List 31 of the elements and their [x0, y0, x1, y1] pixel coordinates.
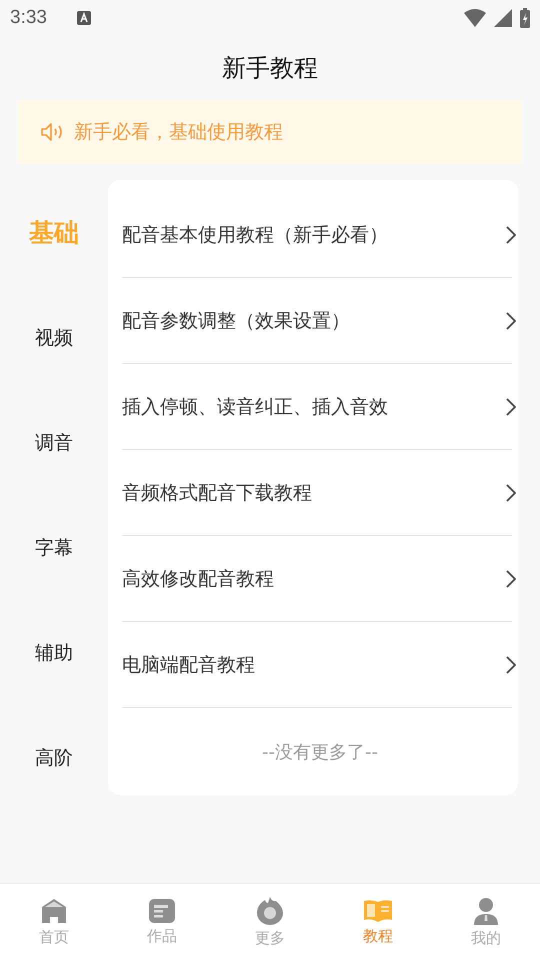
notice-text: 新手必看，基础使用教程 — [74, 120, 283, 145]
keyboard-notification-icon — [76, 11, 91, 25]
category-tab[interactable]: 高阶 — [0, 705, 108, 810]
tutorial-item[interactable]: 配音基本使用教程（新手必看） — [122, 192, 518, 277]
tutorial-item[interactable]: 电脑端配音教程 — [122, 622, 518, 707]
tutorial-item[interactable]: 插入停顿、读音纠正、插入音效 — [122, 364, 518, 449]
category-tab[interactable]: 辅助 — [0, 600, 108, 705]
signal-icon — [494, 9, 512, 27]
chevron-right-icon — [506, 226, 516, 244]
chevron-right-icon — [506, 484, 516, 502]
status-time: 3:33 — [10, 7, 47, 29]
house-icon — [41, 898, 67, 924]
category-tab[interactable]: 视频 — [0, 285, 108, 390]
end-of-list-text: --没有更多了-- — [262, 740, 378, 764]
category-tab[interactable]: 字幕 — [0, 495, 108, 600]
chevron-right-icon — [506, 312, 516, 330]
chevron-right-icon — [506, 570, 516, 588]
page-title: 新手教程 — [222, 53, 318, 84]
wifi-icon — [464, 9, 486, 27]
book-icon — [364, 898, 392, 922]
tutorial-item[interactable]: 音频格式配音下载教程 — [122, 450, 518, 535]
document-icon — [149, 898, 175, 922]
tutorial-item[interactable]: 配音参数调整（效果设置） — [122, 278, 518, 363]
speaker-icon — [40, 122, 64, 142]
chevron-right-icon — [506, 656, 516, 674]
person-icon — [473, 896, 499, 924]
battery-icon — [520, 8, 530, 28]
chevron-right-icon — [506, 398, 516, 416]
flame-icon — [257, 896, 283, 924]
category-tab[interactable]: 调音 — [0, 390, 108, 495]
tutorial-item[interactable]: 高效修改配音教程 — [122, 536, 518, 621]
